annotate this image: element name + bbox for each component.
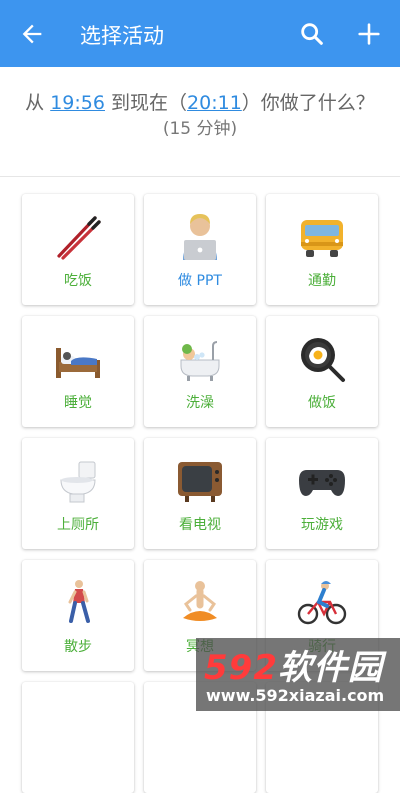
divider [0,176,400,177]
page-title: 选择活动 [80,24,164,48]
activity-card-walk[interactable]: 散步 [22,560,134,671]
activity-label: 吃饭 [64,273,92,289]
laptop-person-icon [183,214,217,260]
add-icon[interactable] [355,20,383,48]
search-icon[interactable] [298,20,326,48]
bed-icon [56,348,100,378]
activity-card-toilet[interactable]: 上厕所 [22,438,134,549]
activity-label: 洗澡 [186,395,214,411]
activity-card-tv[interactable]: 看电视 [144,438,256,549]
activity-card-sleep[interactable]: 睡觉 [22,316,134,427]
chopsticks-icon [57,216,101,260]
question-middle: 到现在（ [104,92,188,114]
activity-label: 散步 [64,639,92,655]
activity-card-bath[interactable]: 洗澡 [144,316,256,427]
toilet-icon [60,461,96,503]
time-range-question: 从 19:56 到现在（20:11）你做了什么？ (15 分钟) [0,90,400,142]
activity-label: 看电视 [179,517,221,533]
bus-icon [301,220,343,257]
question-suffix: ）你做了什么？ [241,92,375,114]
cyclist-icon [297,581,347,625]
activity-label: 做饭 [308,395,336,411]
watermark-brand: 592软件园 [204,648,383,688]
activity-card-game[interactable]: 玩游戏 [266,438,378,549]
bathtub-icon [180,341,220,381]
activity-label: 上厕所 [57,517,99,533]
activity-label: 睡觉 [64,395,92,411]
walking-icon [68,580,90,623]
app-bar: 选择活动 [0,0,400,67]
activity-label: 玩游戏 [301,517,343,533]
activity-card-partial[interactable] [22,682,134,793]
activity-label: 做 PPT [178,273,222,289]
gamepad-icon [299,470,345,496]
activity-card-cook[interactable]: 做饭 [266,316,378,427]
activity-card-ppt[interactable]: 做 PPT [144,194,256,305]
activity-label: 通勤 [308,273,336,289]
tv-icon [178,462,222,502]
watermark-url: www.592xiazai.com [206,686,385,705]
activity-card-commute[interactable]: 通勤 [266,194,378,305]
back-arrow-icon[interactable] [18,20,46,48]
frying-pan-icon [301,338,345,382]
end-time-link[interactable]: 20:11 [187,92,242,114]
meditation-icon [183,581,217,621]
start-time-link[interactable]: 19:56 [50,92,105,114]
watermark: 592软件园 www.592xiazai.com [196,638,400,711]
duration-text: (15 分钟) [162,119,238,139]
question-prefix: 从 [25,92,51,114]
activity-card-eat[interactable]: 吃饭 [22,194,134,305]
